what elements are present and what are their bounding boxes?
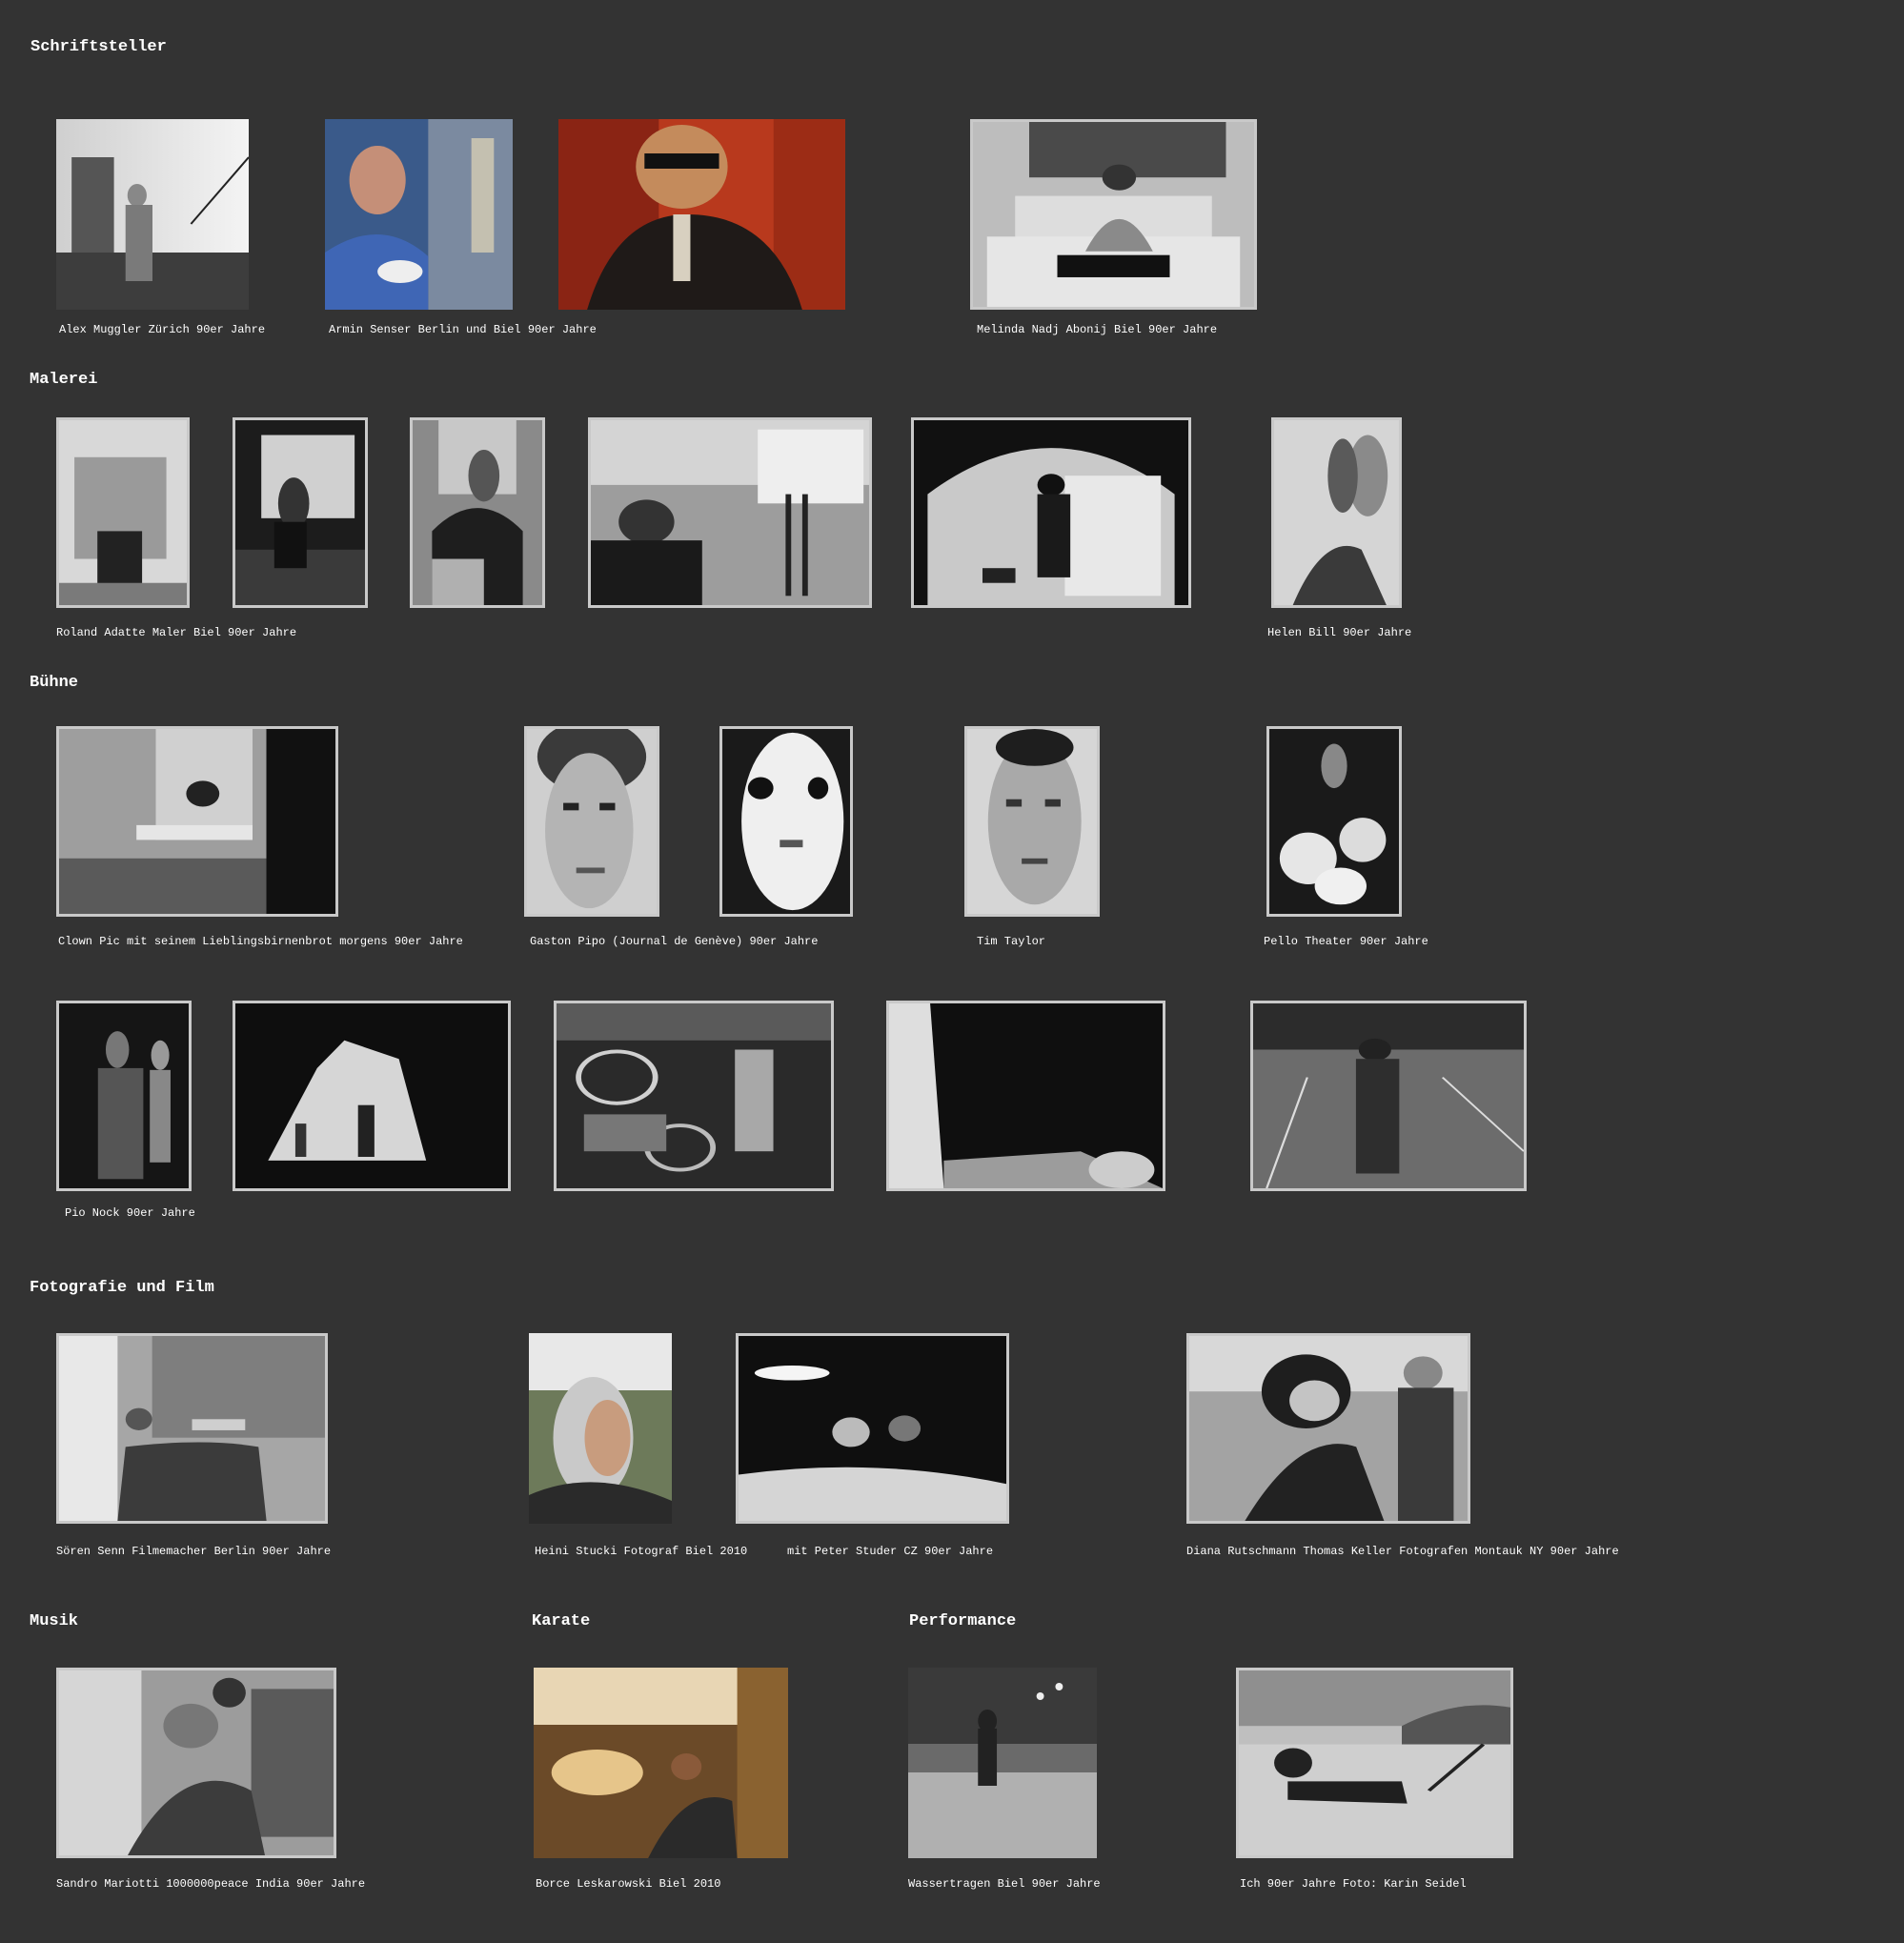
caption-gaston-pipo: Gaston Pipo (Journal de Genève) 90er Jah…: [530, 935, 819, 948]
section-heading-malerei: Malerei: [30, 371, 98, 389]
caption-wassertragen: Wassertragen Biel 90er Jahre: [908, 1877, 1101, 1891]
caption-tim-taylor: Tim Taylor: [977, 935, 1046, 948]
photo-melinda-nadj[interactable]: [970, 119, 1257, 310]
photo-armin-senser[interactable]: [325, 119, 513, 310]
photo-heini-stucki[interactable]: [529, 1333, 672, 1524]
caption-pello-theater: Pello Theater 90er Jahre: [1264, 935, 1428, 948]
caption-ich-karin-seidel: Ich 90er Jahre Foto: Karin Seidel: [1240, 1877, 1467, 1891]
photo-pio-nock-1[interactable]: [56, 1001, 192, 1191]
caption-rutschmann-keller: Diana Rutschmann Thomas Keller Fotografe…: [1186, 1545, 1619, 1558]
photo-clown-pic[interactable]: [56, 726, 338, 917]
photo-pio-nock-2[interactable]: [233, 1001, 511, 1191]
photo-pello-theater[interactable]: [1266, 726, 1402, 917]
photo-soeren-senn[interactable]: [56, 1333, 328, 1524]
caption-peter-studer: mit Peter Studer CZ 90er Jahre: [787, 1545, 994, 1558]
section-heading-karate: Karate: [532, 1612, 591, 1630]
caption-soeren-senn: Sören Senn Filmemacher Berlin 90er Jahre: [56, 1545, 332, 1558]
photo-borce-leskarowski[interactable]: [534, 1668, 788, 1858]
section-heading-schriftsteller: Schriftsteller: [30, 38, 167, 56]
section-heading-buehne: Bühne: [30, 674, 79, 692]
section-heading-musik: Musik: [30, 1612, 79, 1630]
photo-alex-muggler[interactable]: [56, 119, 249, 310]
caption-sandro-mariotti: Sandro Mariotti 1000000peace India 90er …: [56, 1877, 366, 1891]
photo-adatte-3[interactable]: [410, 417, 545, 608]
photo-tim-taylor[interactable]: [964, 726, 1100, 917]
photo-adatte-atelier[interactable]: [588, 417, 872, 608]
caption-clown-pic: Clown Pic mit seinem Lieblingsbirnenbrot…: [58, 935, 463, 948]
photo-pio-nock-4[interactable]: [886, 1001, 1165, 1191]
caption-melinda-nadj: Melinda Nadj Abonij Biel 90er Jahre: [977, 323, 1218, 336]
caption-roland-adatte: Roland Adatte Maler Biel 90er Jahre: [56, 626, 297, 639]
photo-ich-karin-seidel[interactable]: [1236, 1668, 1513, 1858]
caption-pio-nock: Pio Nock 90er Jahre: [65, 1206, 195, 1220]
section-heading-fotografie: Fotografie und Film: [30, 1279, 214, 1297]
photo-helen-bill[interactable]: [1271, 417, 1402, 608]
photo-adatte-1[interactable]: [56, 417, 190, 608]
photo-gaston-pipo[interactable]: [524, 726, 659, 917]
caption-armin-senser: Armin Senser Berlin und Biel 90er Jahre: [329, 323, 597, 336]
section-heading-performance: Performance: [909, 1612, 1017, 1630]
photo-portrait-red[interactable]: [558, 119, 845, 310]
photo-pio-nock-3[interactable]: [554, 1001, 834, 1191]
caption-alex-muggler: Alex Muggler Zürich 90er Jahre: [59, 323, 266, 336]
photo-clown-mask[interactable]: [719, 726, 853, 917]
caption-heini-stucki: Heini Stucki Fotograf Biel 2010: [535, 1545, 748, 1558]
photo-rutschmann-keller[interactable]: [1186, 1333, 1470, 1524]
caption-helen-bill: Helen Bill 90er Jahre: [1267, 626, 1412, 639]
photo-sandro-mariotti[interactable]: [56, 1668, 336, 1858]
photo-pio-nock-5[interactable]: [1250, 1001, 1527, 1191]
photo-adatte-arch[interactable]: [911, 417, 1191, 608]
photo-adatte-2[interactable]: [233, 417, 368, 608]
caption-borce-leskarowski: Borce Leskarowski Biel 2010: [536, 1877, 721, 1891]
photo-peter-studer[interactable]: [736, 1333, 1009, 1524]
photo-wassertragen[interactable]: [908, 1668, 1097, 1858]
